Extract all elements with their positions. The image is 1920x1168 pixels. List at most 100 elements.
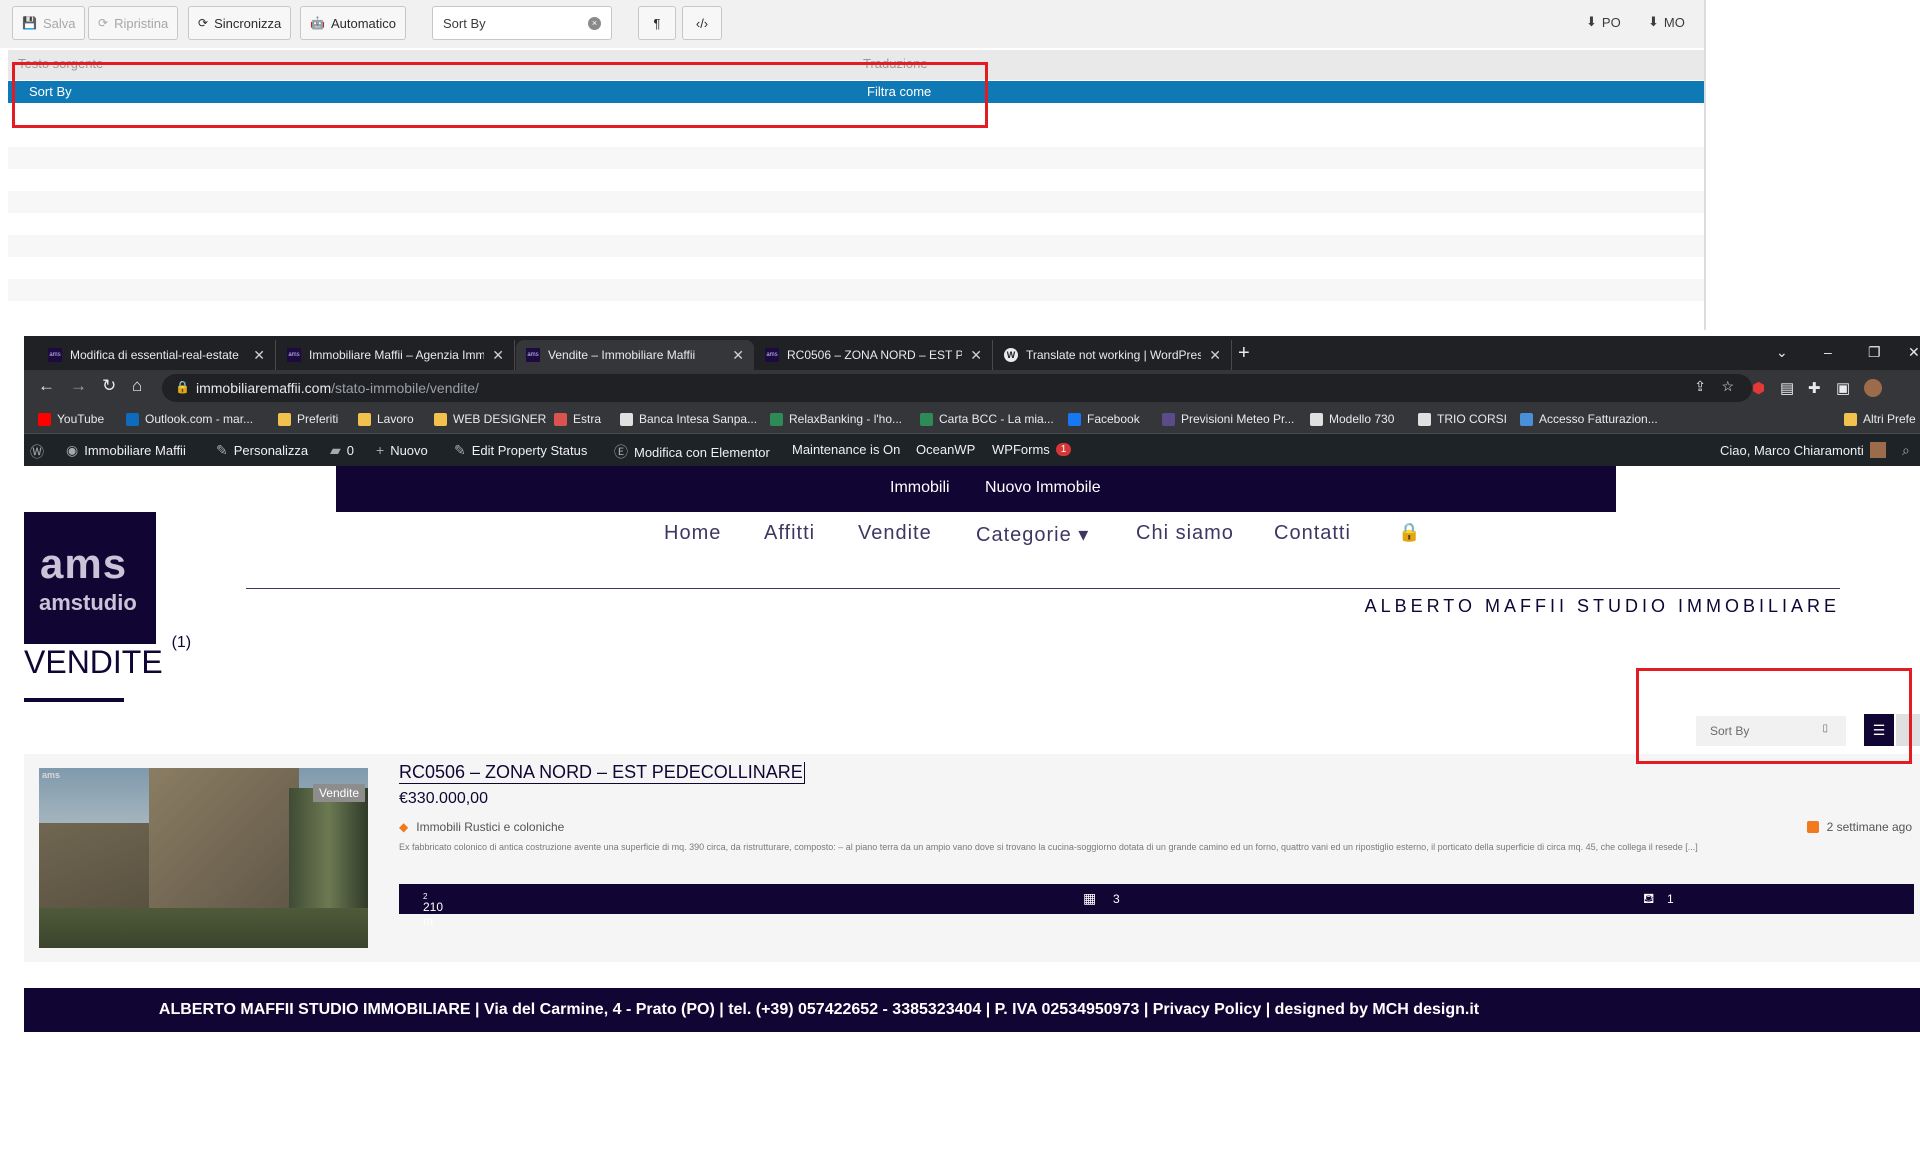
filter-input[interactable]: Sort By × — [432, 6, 612, 40]
brush-icon: ✎ — [216, 442, 228, 458]
bathtub-icon: ⛾ — [1643, 890, 1655, 906]
bookmark-item[interactable]: Outlook.com - mar... — [126, 412, 253, 426]
admin-comments-link[interactable]: ▰ 0 — [330, 442, 354, 459]
wordpress-logo-icon[interactable]: Ⓦ — [30, 442, 44, 462]
clear-filter-icon[interactable]: × — [588, 17, 601, 30]
tab-strip: ams Modifica di essential-real-estate ✕ … — [24, 336, 1920, 370]
new-tab-icon[interactable]: + — [1238, 342, 1250, 365]
share-icon[interactable]: ⇪ — [1694, 378, 1706, 395]
extension-icon[interactable]: ▤ — [1780, 379, 1794, 397]
close-window-icon[interactable]: ✕ — [1908, 344, 1920, 361]
relaxbanking-icon — [770, 412, 783, 426]
nav-home[interactable]: Home — [664, 522, 721, 545]
empty-row — [8, 279, 1704, 301]
admin-new-link[interactable]: + Nuovo — [376, 442, 428, 458]
bookmark-item[interactable]: TRIO CORSI — [1418, 412, 1507, 426]
download-po-button[interactable]: ⬇ PO — [1586, 14, 1621, 30]
save-button[interactable]: 💾 Salva — [12, 6, 86, 40]
admin-edit-link[interactable]: ✎ Edit Property Status — [454, 442, 587, 459]
code-view-button[interactable]: ‹/› — [682, 6, 722, 40]
download-icon: ⬇ — [1648, 14, 1659, 29]
ams-favicon-icon: ams — [287, 348, 301, 362]
ams-favicon-icon: ams — [48, 348, 62, 362]
wp-admin-bar: Ⓦ ◉ Immobiliare Maffii ✎ Personalizza ▰ 0 +… — [24, 434, 1920, 466]
revert-button[interactable]: ⟳ Ripristina — [88, 6, 179, 40]
bookmark-item[interactable]: Lavoro — [358, 412, 414, 426]
address-bar[interactable]: 🔒 immobiliaremaffii.com/stato-immobile/v… — [162, 374, 1752, 402]
admin-site-link[interactable]: ◉ Immobiliare Maffii — [66, 442, 186, 459]
nav-vendite[interactable]: Vendite — [858, 522, 932, 545]
browser-tab[interactable]: ams Immobiliare Maffii – Agenzia Imm ✕ — [277, 340, 515, 370]
result-count: (1) — [171, 634, 192, 652]
admin-wpforms-link[interactable]: WPForms 1 — [992, 442, 1072, 457]
restore-icon[interactable]: ❐ — [1868, 344, 1881, 361]
refresh-icon: ⟳ — [98, 16, 109, 30]
back-icon[interactable]: ← — [38, 376, 55, 396]
bookmark-item[interactable]: Accesso Fatturazion... — [1520, 412, 1658, 426]
invisibles-button[interactable]: ¶ — [638, 6, 676, 40]
close-tab-icon[interactable]: ✕ — [1209, 347, 1221, 364]
property-image[interactable]: ams Vendite — [39, 768, 368, 948]
download-mo-button[interactable]: ⬇ MO — [1648, 14, 1685, 30]
browser-tab[interactable]: ams Modifica di essential-real-estate ✕ — [38, 340, 276, 370]
property-category[interactable]: ◆ Immobili Rustici e coloniche — [399, 820, 564, 834]
nav-categorie[interactable]: Categorie ▾ — [976, 522, 1089, 547]
bookmark-item[interactable]: Preferiti — [278, 412, 338, 426]
auto-translate-button[interactable]: 🤖 Automatico — [300, 6, 406, 40]
nav-contatti[interactable]: Contatti — [1274, 522, 1351, 545]
close-tab-icon[interactable]: ✕ — [970, 347, 982, 364]
admin-search-icon[interactable]: ⌕ — [1902, 442, 1910, 459]
sync-button[interactable]: ⟳ Sincronizza — [188, 6, 292, 40]
minimize-icon[interactable]: – — [1824, 344, 1832, 360]
nav-affitti[interactable]: Affitti — [764, 522, 815, 545]
admin-account-link[interactable]: Ciao, Marco Chiaramonti — [1720, 442, 1886, 458]
bookmark-item[interactable]: WEB DESIGNER — [434, 412, 546, 426]
bookmark-item[interactable]: Altri Prefe — [1844, 412, 1916, 426]
property-title-link[interactable]: RC0506 – ZONA NORD – EST PEDECOLLINARE — [399, 762, 805, 784]
bookmark-item[interactable]: Carta BCC - La mia... — [920, 412, 1054, 426]
browser-tab[interactable]: ams RC0506 – ZONA NORD – EST PED ✕ — [755, 340, 993, 370]
browser-tab[interactable]: W Translate not working | WordPress ✕ — [994, 340, 1232, 370]
youtube-icon — [38, 412, 51, 426]
tab-search-icon[interactable]: ⌄ — [1776, 344, 1788, 361]
bookmark-item[interactable]: YouTube — [38, 412, 104, 426]
forward-icon[interactable]: → — [70, 376, 87, 396]
extension-shield-icon[interactable]: ⬢ — [1752, 379, 1765, 397]
nav-chi-siamo[interactable]: Chi siamo — [1136, 522, 1234, 545]
site-logo[interactable]: ams amstudio — [24, 512, 156, 644]
title-underline — [24, 698, 124, 702]
bookmark-item[interactable]: Modello 730 — [1310, 412, 1394, 426]
admin-maintenance-link[interactable]: Maintenance is On — [792, 442, 900, 457]
browser-tab-active[interactable]: ams Vendite – Immobiliare Maffii ✕ — [516, 340, 754, 370]
wordpress-favicon-icon: W — [1004, 348, 1018, 362]
bookmark-item[interactable]: Previsioni Meteo Pr... — [1162, 412, 1294, 426]
outlook-icon — [126, 412, 139, 426]
close-tab-icon[interactable]: ✕ — [732, 347, 744, 364]
watermark: ams — [42, 770, 61, 780]
profile-avatar[interactable] — [1864, 379, 1882, 397]
bookmark-item[interactable]: Banca Intesa Sanpa... — [620, 412, 757, 426]
folder-icon — [358, 412, 371, 426]
bookmark-item[interactable]: Estra — [554, 412, 601, 426]
home-icon[interactable]: ⌂ — [132, 376, 142, 396]
top-menu-item[interactable]: Immobili — [890, 479, 950, 497]
puzzle-icon[interactable]: ✚ — [1808, 379, 1821, 397]
close-tab-icon[interactable]: ✕ — [492, 347, 504, 364]
star-icon[interactable]: ☆ — [1721, 378, 1734, 395]
status-badge[interactable]: Vendite — [312, 784, 365, 802]
admin-oceanwp-link[interactable]: OceanWP — [916, 442, 975, 457]
admin-elementor-link[interactable]: Ⓔ Modifica con Elementor — [614, 442, 770, 462]
rooms-value: 3 — [1113, 892, 1120, 906]
bookmark-item[interactable]: Facebook — [1068, 412, 1140, 426]
bookmarks-bar: YouTube Outlook.com - mar... Preferiti L… — [24, 406, 1920, 434]
bookmark-item[interactable]: RelaxBanking - l'ho... — [770, 412, 902, 426]
sidebar-icon[interactable]: ▣ — [1836, 379, 1850, 397]
top-menu-item[interactable]: Nuovo Immobile — [985, 479, 1101, 497]
reload-icon[interactable]: ↻ — [102, 376, 116, 396]
facebook-icon — [1068, 412, 1081, 426]
lock-icon[interactable]: 🔒 — [1398, 522, 1421, 543]
weather-icon — [1162, 412, 1175, 426]
close-tab-icon[interactable]: ✕ — [253, 347, 265, 364]
robot-icon: 🤖 — [310, 16, 325, 30]
admin-customize-link[interactable]: ✎ Personalizza — [216, 442, 308, 459]
